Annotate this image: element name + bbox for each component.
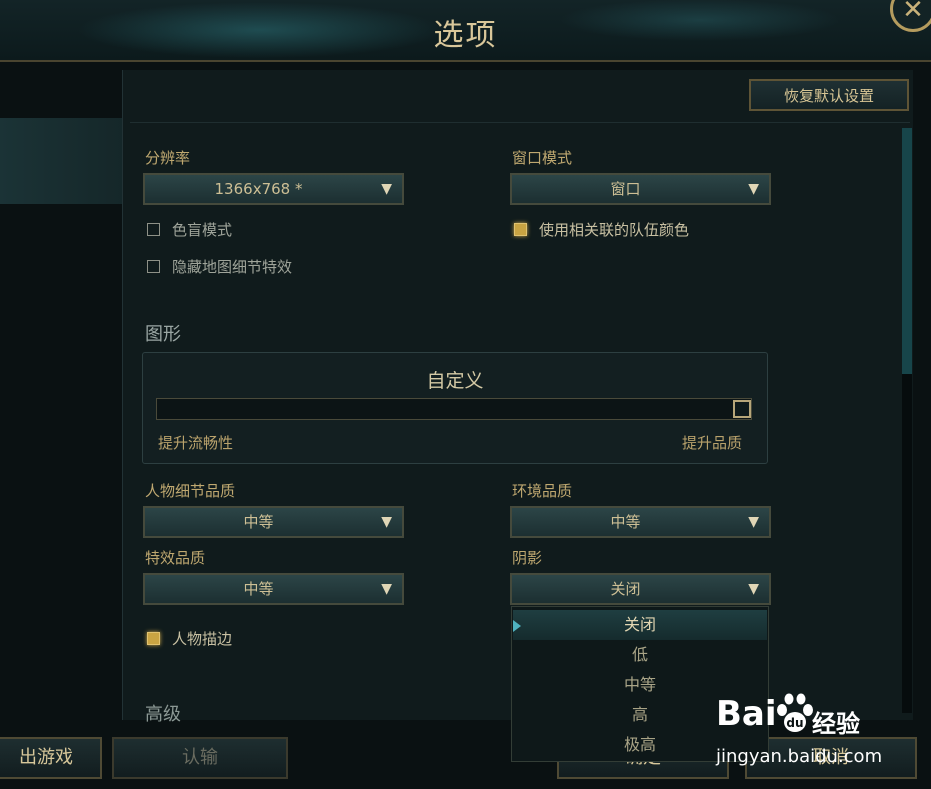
watermark-url: jingyan.baidu.com: [716, 746, 883, 767]
effects-quality-value: 中等: [243, 580, 274, 598]
baidu-paw-icon: du: [777, 693, 813, 732]
window-mode-select[interactable]: 窗口 ▼: [510, 173, 771, 205]
chevron-down-icon: ▼: [381, 581, 392, 597]
character-quality-value: 中等: [243, 513, 274, 531]
hide-map-effects-label: 隐藏地图细节特效: [172, 258, 293, 276]
close-icon: ✕: [902, 0, 924, 25]
window-mode-label: 窗口模式: [512, 149, 573, 167]
graphics-preset-label: 自定义: [426, 370, 484, 392]
chevron-down-icon: ▼: [381, 181, 392, 197]
window-mode-value: 窗口: [610, 180, 641, 198]
colorblind-checkbox[interactable]: 色盲模式: [147, 219, 232, 240]
slider-left-label: 提升流畅性: [158, 434, 234, 452]
character-quality-label: 人物细节品质: [145, 482, 236, 500]
dropdown-option[interactable]: 低: [513, 640, 767, 670]
environment-quality-value: 中等: [610, 513, 641, 531]
watermark-jingyan: 经验: [812, 710, 860, 738]
team-colors-label: 使用相关联的队伍颜色: [539, 221, 690, 239]
checkbox-box-checked[interactable]: [514, 223, 527, 236]
advanced-section-title: 高级: [145, 704, 181, 725]
graphics-quality-slider[interactable]: [156, 398, 752, 420]
window-header: 选项: [0, 0, 931, 62]
hide-map-effects-checkbox[interactable]: 隐藏地图细节特效: [147, 256, 292, 277]
outline-checkbox[interactable]: 人物描边: [147, 628, 232, 649]
chevron-down-icon: ▼: [381, 514, 392, 530]
resolution-label: 分辨率: [145, 149, 191, 167]
chevron-down-icon: ▼: [748, 514, 759, 530]
resolution-select[interactable]: 1366x768 * ▼: [143, 173, 404, 205]
shadow-select[interactable]: 关闭 ▼: [510, 573, 771, 605]
selected-arrow-icon: [513, 620, 521, 632]
restore-defaults-button[interactable]: 恢复默认设置: [749, 79, 909, 111]
chevron-down-icon: ▼: [748, 581, 759, 597]
environment-quality-label: 环境品质: [512, 482, 573, 500]
team-colors-checkbox[interactable]: 使用相关联的队伍颜色: [514, 219, 689, 240]
exit-game-button[interactable]: 出游戏: [0, 737, 102, 779]
chevron-down-icon: ▼: [748, 181, 759, 197]
divider: [130, 122, 910, 123]
slider-handle[interactable]: [733, 400, 751, 418]
sidebar-item-active[interactable]: [0, 118, 122, 204]
graphics-section-title: 图形: [145, 324, 181, 345]
resolution-value: 1366x768 *: [214, 180, 303, 198]
environment-quality-select[interactable]: 中等 ▼: [510, 506, 771, 538]
svg-text:du: du: [786, 716, 803, 730]
colorblind-label: 色盲模式: [172, 221, 233, 239]
checkbox-box[interactable]: [147, 260, 160, 273]
shadow-label: 阴影: [512, 549, 543, 567]
scrollbar-thumb[interactable]: [902, 128, 912, 374]
dropdown-option[interactable]: 关闭: [513, 610, 767, 640]
shadow-value: 关闭: [610, 580, 641, 598]
outline-label: 人物描边: [172, 630, 233, 648]
effects-quality-select[interactable]: 中等 ▼: [143, 573, 404, 605]
checkbox-box[interactable]: [147, 223, 160, 236]
slider-right-label: 提升品质: [682, 434, 743, 452]
surrender-button[interactable]: 认输: [112, 737, 288, 779]
character-quality-select[interactable]: 中等 ▼: [143, 506, 404, 538]
effects-quality-label: 特效品质: [145, 549, 206, 567]
window-title: 选项: [433, 18, 498, 53]
watermark-brand: Bai: [716, 694, 777, 734]
checkbox-box-checked[interactable]: [147, 632, 160, 645]
